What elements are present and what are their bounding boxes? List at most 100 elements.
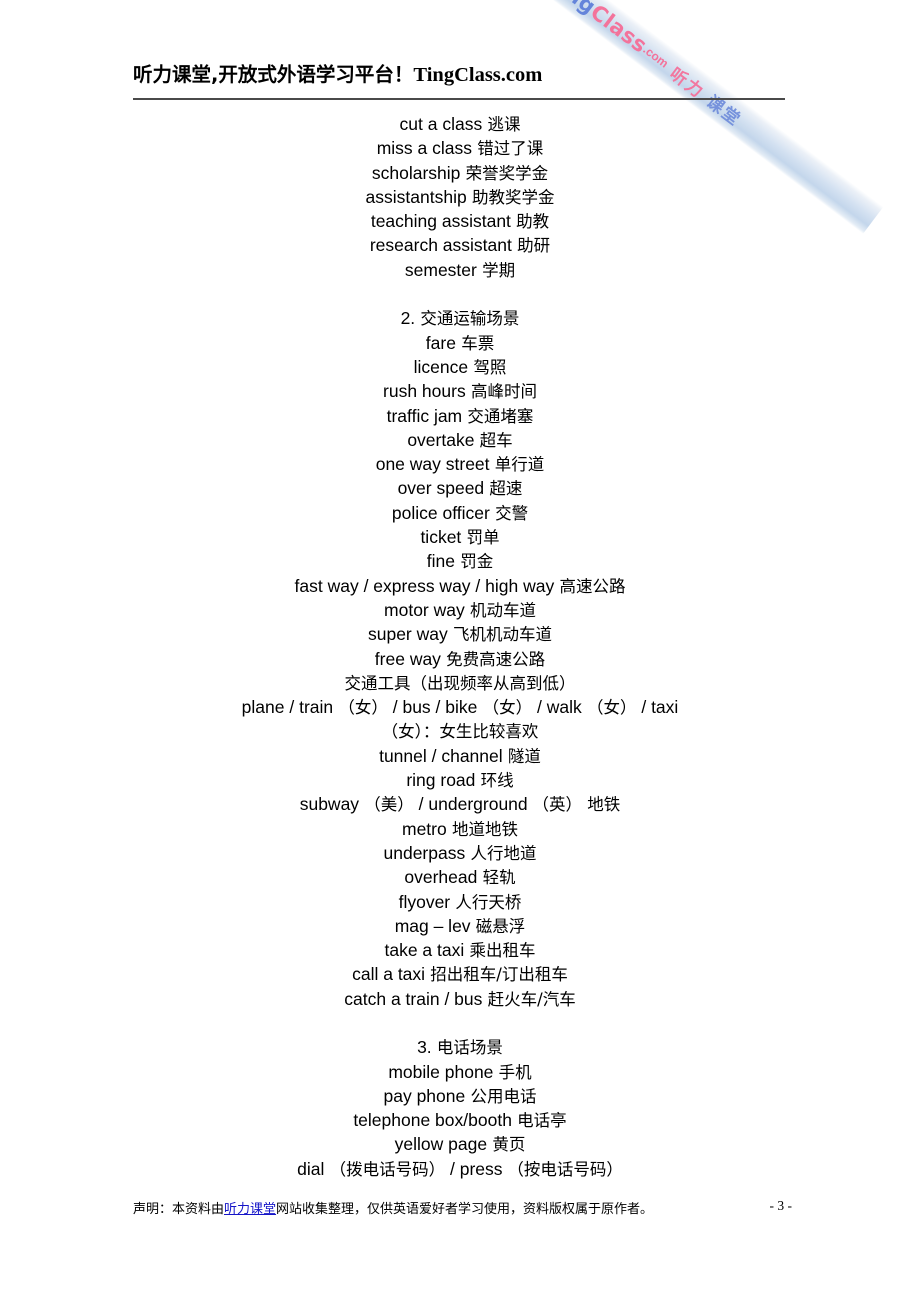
- line-chinese: （女）: [333, 698, 388, 718]
- content-line-section-3-heading: 3. 电话场景: [0, 1035, 920, 1059]
- line-english: assistantship: [365, 186, 467, 207]
- line-chinese: 免费高速公路: [440, 649, 546, 669]
- content-line-dial-press: dial （拨电话号码） / press （按电话号码）: [0, 1157, 920, 1181]
- line-chinese: 赶火车/汽车: [482, 989, 576, 1009]
- content-line-yellow-page: yellow page 黄页: [0, 1132, 920, 1156]
- content-line-police-officer: police officer 交警: [0, 501, 920, 525]
- page-footer: 声明：本资料由听力课堂网站收集整理，仅供英语爱好者学习使用，资料版权属于原作者。…: [0, 1198, 920, 1228]
- line-chinese: 环线: [475, 771, 514, 791]
- watermark-brand-class: Class: [586, 0, 652, 58]
- header-title-cn: 听力课堂,开放式外语学习平台！: [133, 63, 414, 86]
- line-english: overtake: [407, 429, 475, 450]
- line-english: over speed: [397, 478, 485, 499]
- line-chinese: 逃课: [482, 115, 521, 134]
- line-chinese: 高速公路: [554, 576, 626, 596]
- content-line-metro: metro 地道地铁: [0, 817, 920, 841]
- line-english: overhead: [404, 867, 478, 888]
- line-english: 3.: [417, 1037, 432, 1058]
- line-english: rush hours: [383, 381, 466, 402]
- line-english: / walk: [532, 697, 582, 718]
- line-chinese: 超速: [484, 479, 523, 499]
- line-english: / taxi: [636, 697, 679, 718]
- content-line-traffic-jam: traffic jam 交通堵塞: [0, 404, 920, 428]
- header-divider: [133, 98, 785, 100]
- content-line-overtake: overtake 超车: [0, 428, 920, 452]
- content-line-mobile-phone: mobile phone 手机: [0, 1060, 920, 1084]
- line-english: yellow page: [394, 1134, 488, 1155]
- line-english: cut a class: [399, 114, 483, 134]
- line-english: police officer: [391, 502, 490, 523]
- content-line-subway-underground: subway （美） / underground （英） 地铁: [0, 792, 920, 816]
- line-english: fine: [426, 551, 455, 572]
- line-chinese: 助教奖学金: [466, 187, 555, 207]
- line-english: miss a class: [376, 138, 473, 159]
- line-chinese: （英） 地铁: [532, 795, 621, 815]
- line-chinese: 助研: [511, 236, 551, 256]
- line-english: tunnel / channel: [379, 745, 503, 766]
- line-chinese: （拨电话号码）: [324, 1159, 446, 1179]
- line-english: call a taxi: [352, 964, 426, 985]
- content-line-research-assistant: research assistant 助研: [0, 233, 920, 257]
- content-line-fast-way: fast way / express way / high way 高速公路: [0, 574, 920, 598]
- line-chinese: 隧道: [502, 746, 541, 766]
- line-english: free way: [374, 648, 441, 669]
- footer-text-after: 网站收集整理，仅供英语爱好者学习使用，资料版权属于原作者。: [276, 1202, 654, 1217]
- line-chinese: 手机: [493, 1062, 532, 1082]
- line-chinese: 罚单: [461, 528, 500, 548]
- line-english: research assistant: [369, 235, 512, 256]
- content-line-assistantship: assistantship 助教奖学金: [0, 185, 920, 209]
- line-chinese: 轻轨: [477, 868, 516, 888]
- line-chinese: （美）: [359, 795, 414, 815]
- content-line-underpass: underpass 人行地道: [0, 841, 920, 865]
- line-english: ticket: [420, 527, 462, 548]
- line-chinese: 交通工具（出现频率从高到低）: [344, 673, 576, 693]
- line-english: teaching assistant: [370, 211, 511, 232]
- line-chinese: （按电话号码）: [507, 1159, 623, 1179]
- line-chinese: 磁悬浮: [470, 916, 526, 936]
- line-english: / underground: [413, 794, 533, 815]
- line-chinese: 电话亭: [511, 1111, 567, 1131]
- line-english: telephone box/booth: [353, 1110, 512, 1131]
- line-chinese: 驾照: [468, 357, 507, 377]
- footer-disclaimer: 声明：本资料由听力课堂网站收集整理，仅供英语爱好者学习使用，资料版权属于原作者。: [133, 1198, 653, 1217]
- line-english: ring road: [406, 770, 476, 791]
- line-english: / press: [445, 1158, 508, 1179]
- line-chinese: 交警: [489, 503, 529, 523]
- line-chinese: 高峰时间: [465, 382, 537, 402]
- line-chinese: 荣誉奖学金: [460, 163, 549, 183]
- line-english: flyover: [398, 891, 451, 912]
- footer-site-link[interactable]: 听力课堂: [224, 1202, 276, 1217]
- line-chinese: 交通堵塞: [462, 406, 534, 426]
- content-line-transport-list: plane / train （女） / bus / bike （女） / wal…: [0, 695, 920, 719]
- line-chinese: 罚金: [454, 552, 494, 572]
- content-line-one-way-street: one way street 单行道: [0, 452, 920, 476]
- document-body: cut a class 逃课 miss a class 错过了课 scholarsh…: [0, 112, 920, 1181]
- header-title: 听力课堂,开放式外语学习平台！TingClass.com: [133, 58, 542, 87]
- content-line-licence: licence 驾照: [0, 355, 920, 379]
- content-line-take-a-taxi: take a taxi 乘出租车: [0, 938, 920, 962]
- footer-text-before: 声明：本资料由: [133, 1202, 225, 1217]
- line-english: catch a train / bus: [344, 988, 483, 1009]
- content-line-free-way: free way 免费高速公路: [0, 647, 920, 671]
- content-line-call-a-taxi: call a taxi 招出租车/订出租车: [0, 962, 920, 986]
- line-english: take a taxi: [384, 940, 465, 961]
- line-english: plane / train: [241, 697, 334, 718]
- line-chinese: 黄页: [487, 1135, 526, 1155]
- line-english: fare: [425, 332, 456, 353]
- watermark-cn-pink: 听力: [666, 63, 709, 102]
- content-line-rush-hours: rush hours 高峰时间: [0, 379, 920, 403]
- line-chinese: 飞机机动车道: [447, 625, 552, 645]
- line-english: fast way / express way / high way: [294, 575, 555, 596]
- line-english: mobile phone: [388, 1061, 494, 1082]
- line-chinese: 车票: [455, 333, 495, 353]
- line-chinese: （女）：女生比较喜欢: [381, 722, 539, 742]
- line-english: licence: [413, 356, 469, 377]
- line-chinese: （女）: [581, 698, 637, 718]
- content-line-fare: fare 车票: [0, 331, 920, 355]
- line-chinese: 地道地铁: [446, 819, 518, 839]
- content-line-catch-a-train: catch a train / bus 赶火车/汽车: [0, 987, 920, 1011]
- line-chinese: 公用电话: [465, 1086, 537, 1106]
- line-chinese: 人行地道: [465, 843, 537, 863]
